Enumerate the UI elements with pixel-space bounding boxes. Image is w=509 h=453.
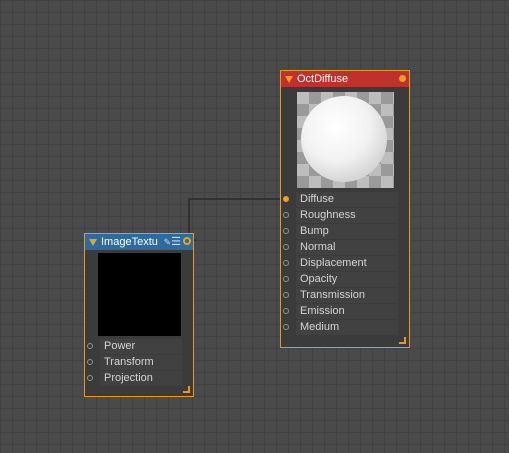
octdiffuse-node-header[interactable]: OctDiffuse bbox=[281, 71, 409, 87]
input-port-icon[interactable] bbox=[283, 196, 289, 202]
input-label: Roughness bbox=[296, 207, 398, 223]
input-row-transmission[interactable]: Transmission bbox=[281, 287, 399, 303]
input-label: Diffuse bbox=[296, 191, 398, 207]
input-port-icon[interactable] bbox=[283, 308, 289, 314]
collapse-triangle-icon[interactable] bbox=[89, 238, 97, 246]
input-row-transform[interactable]: Transform bbox=[85, 354, 183, 370]
resize-handle-icon[interactable] bbox=[399, 337, 406, 344]
input-row-projection[interactable]: Projection bbox=[85, 370, 183, 386]
input-row-emission[interactable]: Emission bbox=[281, 303, 399, 319]
connection-wires bbox=[188, 198, 286, 241]
input-label: Emission bbox=[296, 303, 398, 319]
resize-handle-icon[interactable] bbox=[183, 386, 190, 393]
input-row-medium[interactable]: Medium bbox=[281, 319, 399, 335]
input-row-displacement[interactable]: Displacement bbox=[281, 255, 399, 271]
input-port-icon[interactable] bbox=[283, 260, 289, 266]
preview-sphere bbox=[301, 96, 387, 182]
input-row-diffuse[interactable]: Diffuse bbox=[281, 191, 399, 207]
texture-preview-thumbnail bbox=[98, 253, 181, 336]
input-port-icon[interactable] bbox=[283, 276, 289, 282]
input-port-icon[interactable] bbox=[87, 375, 93, 381]
input-row-bump[interactable]: Bump bbox=[281, 223, 399, 239]
input-port-icon[interactable] bbox=[283, 324, 289, 330]
input-port-icon[interactable] bbox=[87, 343, 93, 349]
input-label: Power bbox=[100, 338, 182, 354]
list-icon[interactable]: ☰ bbox=[171, 235, 181, 248]
octdiffuse-node-title: OctDiffuse bbox=[297, 73, 349, 85]
input-label: Medium bbox=[296, 319, 398, 335]
input-port-icon[interactable] bbox=[283, 292, 289, 298]
input-label: Normal bbox=[296, 239, 398, 255]
input-port-icon[interactable] bbox=[87, 359, 93, 365]
input-label: Transmission bbox=[296, 287, 398, 303]
input-label: Opacity bbox=[296, 271, 398, 287]
imagetexture-node-header[interactable]: ImageTextu ✎ ☰ bbox=[85, 234, 193, 250]
input-label: Displacement bbox=[296, 255, 398, 271]
output-port-icon[interactable] bbox=[183, 237, 191, 245]
collapse-triangle-icon[interactable] bbox=[285, 75, 293, 83]
input-label: Transform bbox=[100, 354, 182, 370]
input-port-icon[interactable] bbox=[283, 228, 289, 234]
input-row-opacity[interactable]: Opacity bbox=[281, 271, 399, 287]
wire-imagetexture-to-diffuse[interactable] bbox=[188, 198, 286, 240]
input-port-icon[interactable] bbox=[283, 244, 289, 250]
output-port-icon[interactable] bbox=[399, 75, 406, 82]
input-label: Bump bbox=[296, 223, 398, 239]
octdiffuse-node[interactable]: OctDiffuse Diffuse Roughness Bump Normal Dis… bbox=[280, 70, 410, 348]
input-row-power[interactable]: Power bbox=[85, 338, 183, 354]
imagetexture-node[interactable]: ImageTextu ✎ ☰ Power Transform Projection bbox=[84, 233, 194, 397]
material-preview-thumbnail bbox=[297, 92, 394, 188]
imagetexture-node-title: ImageTextu bbox=[101, 236, 158, 248]
input-row-roughness[interactable]: Roughness bbox=[281, 207, 399, 223]
input-row-normal[interactable]: Normal bbox=[281, 239, 399, 255]
input-label: Projection bbox=[100, 370, 182, 386]
link-icon[interactable]: ✎ bbox=[163, 237, 171, 248]
input-port-icon[interactable] bbox=[283, 212, 289, 218]
